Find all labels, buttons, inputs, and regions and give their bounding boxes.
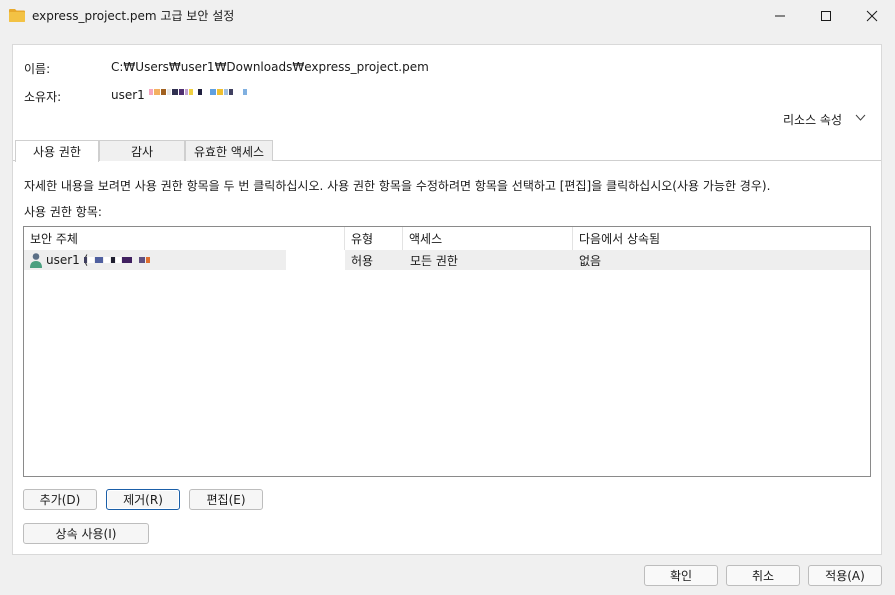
description-text: 자세한 내용을 보려면 사용 권한 항목을 두 번 클릭하십시오. 사용 권한 … <box>24 179 771 193</box>
window-title: express_project.pem 고급 보안 설정 <box>32 9 235 23</box>
maximize-button[interactable] <box>803 0 849 32</box>
tab-strip: 사용 권한 감사 유효한 액세스 <box>15 140 273 162</box>
tab-permissions[interactable]: 사용 권한 <box>15 140 99 162</box>
maximize-icon <box>821 11 831 21</box>
title-bar: express_project.pem 고급 보안 설정 <box>0 0 895 32</box>
row-principal: user1 ( <box>46 253 89 267</box>
owner-label: 소유자: <box>24 90 62 104</box>
edit-button[interactable]: 편집(E) <box>189 489 263 510</box>
name-label: 이름: <box>24 62 51 76</box>
list-header: 보안 주체 유형 액세스 다음에서 상속됨 <box>24 227 870 250</box>
remove-button[interactable]: 제거(R) <box>106 489 180 510</box>
column-header-principal[interactable]: 보안 주체 <box>24 227 345 250</box>
permission-entries-list[interactable]: 보안 주체 유형 액세스 다음에서 상속됨 user1 (허용 모든 권한 없… <box>23 226 871 477</box>
permission-entries-label: 사용 권한 항목: <box>24 205 102 219</box>
close-button[interactable] <box>849 0 895 32</box>
owner-value: user1 <box>111 88 145 102</box>
row-access: 모든 권한 <box>410 253 458 268</box>
table-row[interactable]: user1 ( 허용 모든 권한 없음 <box>24 250 870 270</box>
main-panel: 이름: C:₩Users₩user1₩Downloads₩express_pro… <box>12 44 882 555</box>
row-type: 허용 <box>351 253 374 268</box>
column-header-access[interactable]: 액세스 <box>403 227 573 250</box>
add-button[interactable]: 추가(D) <box>23 489 97 510</box>
apply-button[interactable]: 적용(A) <box>808 565 882 586</box>
folder-icon <box>9 9 25 22</box>
row-inherited-from: 없음 <box>579 253 602 268</box>
resource-properties-toggle[interactable]: 리소스 속성 <box>783 111 842 128</box>
column-header-inherited[interactable]: 다음에서 상속됨 <box>573 227 870 250</box>
principal-redacted <box>84 257 150 263</box>
tab-auditing[interactable]: 감사 <box>99 140 185 161</box>
minimize-icon <box>775 15 785 17</box>
row-spacer <box>286 250 345 270</box>
user-icon <box>30 253 42 268</box>
enable-inheritance-button[interactable]: 상속 사용(I) <box>23 523 149 544</box>
chevron-down-icon[interactable] <box>855 112 866 123</box>
tab-effective-access[interactable]: 유효한 액세스 <box>185 140 273 161</box>
minimize-button[interactable] <box>757 0 803 32</box>
cancel-button[interactable]: 취소 <box>726 565 800 586</box>
close-icon <box>866 10 878 22</box>
name-value: C:₩Users₩user1₩Downloads₩express_project… <box>111 60 429 74</box>
ok-button[interactable]: 확인 <box>644 565 718 586</box>
column-header-type[interactable]: 유형 <box>345 227 403 250</box>
owner-redacted <box>149 89 247 95</box>
